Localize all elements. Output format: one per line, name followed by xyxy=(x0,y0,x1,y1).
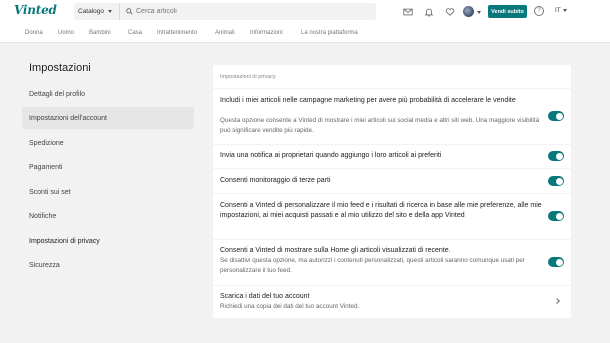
sidebar-item-account-settings[interactable]: Impostazioni dell'account xyxy=(22,107,194,129)
catalog-dropdown[interactable]: Catalogo xyxy=(74,3,120,20)
toggle-favourite-notifications[interactable] xyxy=(548,151,564,161)
privacy-section-title: Impostazioni di privacy xyxy=(213,65,571,88)
language-label: IT xyxy=(555,7,561,14)
nav-item-uomo[interactable]: Uomo xyxy=(58,30,74,36)
nav-item-casa[interactable]: Casa xyxy=(128,30,142,36)
sell-now-button[interactable]: Vendi subito xyxy=(488,5,527,18)
bell-icon[interactable] xyxy=(424,7,434,17)
privacy-row-personalize: Consenti a Vinted di personalizzare il m… xyxy=(213,194,571,239)
nav-item-intrattenimento[interactable]: Intrattenimento xyxy=(157,30,197,36)
sidebar-item-security[interactable]: Sicurezza xyxy=(22,254,194,276)
sidebar-item-bundle-discounts[interactable]: Sconti sui set xyxy=(22,181,194,203)
nav-item-bambini[interactable]: Bambini xyxy=(89,30,111,36)
nav-item-piattaforma[interactable]: La nostra piattaforma xyxy=(301,30,358,36)
search-icon xyxy=(126,8,133,15)
vinted-logo[interactable]: Vinted xyxy=(14,3,57,17)
privacy-row-third-party: Consenti monitoraggio di terze parti xyxy=(213,169,571,193)
privacy-row-recently-viewed: Consenti a Vinted di mostrare sulla Home… xyxy=(213,240,571,285)
row-description: Richiedi una copia dei dati del tuo acco… xyxy=(220,303,360,310)
row-title: Invia una notifica ai proprietari quando… xyxy=(220,152,442,159)
category-nav: Donna Uomo Bambini Casa Intrattenimento … xyxy=(0,24,610,43)
language-selector[interactable]: IT xyxy=(555,7,567,14)
chevron-right-icon[interactable] xyxy=(554,298,560,304)
privacy-row-download-data[interactable]: Scarica i dati del tuo account Richiedi … xyxy=(213,286,571,318)
settings-title: Impostazioni xyxy=(29,62,91,74)
toggle-recently-viewed[interactable] xyxy=(548,257,564,267)
sidebar-item-payments[interactable]: Pagamenti xyxy=(22,156,194,178)
catalog-label: Catalogo xyxy=(78,8,105,15)
row-title: Consenti monitoraggio di terze parti xyxy=(220,177,331,184)
chevron-down-icon xyxy=(108,10,113,13)
row-description: Se disattivi questa opzione, ma autorizz… xyxy=(220,257,525,274)
row-title: Includi i miei articoli nelle campagne m… xyxy=(220,97,516,104)
heart-icon[interactable] xyxy=(445,7,455,17)
privacy-row-marketing: Includi i miei articoli nelle campagne m… xyxy=(213,89,571,144)
row-title: Scarica i dati del tuo account xyxy=(220,293,310,300)
toggle-marketing-campaigns[interactable] xyxy=(548,111,564,121)
top-header: Vinted Catalogo Vendi subito ? IT xyxy=(0,0,610,24)
sidebar-item-privacy[interactable]: Impostazioni di privacy xyxy=(22,230,194,252)
search-input[interactable] xyxy=(136,5,366,18)
search-bar: Catalogo xyxy=(74,3,376,20)
sidebar-item-shipping[interactable]: Spedizione xyxy=(22,132,194,154)
sidebar-item-notifications[interactable]: Notifiche xyxy=(22,205,194,227)
chevron-down-icon[interactable] xyxy=(477,11,481,14)
nav-item-donna[interactable]: Donna xyxy=(25,30,43,36)
row-title: Consenti a Vinted di personalizzare il m… xyxy=(220,202,542,219)
privacy-row-favourite-notify: Invia una notifica ai proprietari quando… xyxy=(213,145,571,168)
row-title: Consenti a Vinted di mostrare sulla Home… xyxy=(220,247,451,254)
toggle-personalization[interactable] xyxy=(548,211,564,221)
help-icon[interactable]: ? xyxy=(534,6,544,16)
sidebar-item-profile-details[interactable]: Dettagli del profilo xyxy=(22,83,194,105)
avatar[interactable] xyxy=(463,6,474,17)
nav-item-animali[interactable]: Animali xyxy=(215,30,235,36)
row-description: Questa opzione consente a Vinted di most… xyxy=(220,117,540,134)
chevron-down-icon xyxy=(562,9,567,12)
nav-item-informazioni[interactable]: Informazioni xyxy=(250,30,283,36)
toggle-third-party-tracking[interactable] xyxy=(548,176,564,186)
mail-icon[interactable] xyxy=(403,7,413,17)
